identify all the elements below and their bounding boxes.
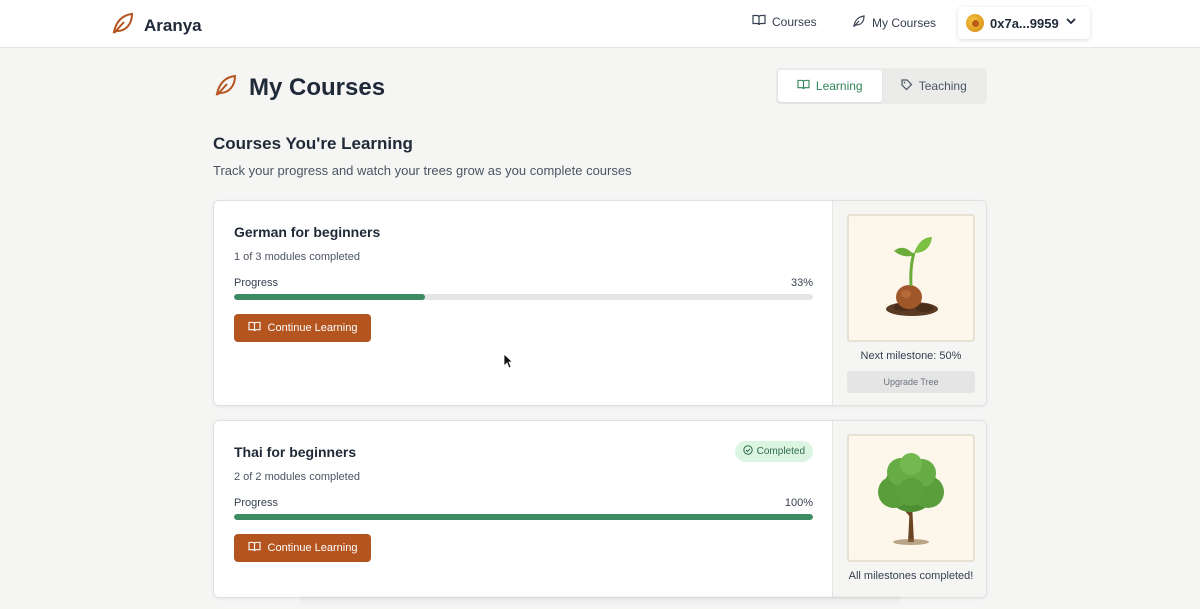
chevron-down-icon [1065,14,1077,32]
upgrade-tree-button[interactable]: Upgrade Tree [847,371,975,393]
tree-icon [866,446,956,551]
course-card-body: Thai for beginners Completed 2 of 2 modu… [214,421,832,597]
role-tabs: Learning Teaching [776,68,987,104]
section-title: Courses You're Learning [213,134,413,153]
progress-percent: 100% [784,497,813,509]
completed-badge: Completed [734,441,813,462]
nav-my-courses-link[interactable]: My Courses [852,14,936,31]
leaf-icon [213,72,239,103]
tree-panel: Next milestone: 50% Upgrade Tree [832,201,986,405]
brand-name: Aranya [144,15,202,35]
book-open-icon [752,14,766,29]
continue-learning-button[interactable]: Continue Learning [234,314,371,342]
progress-bar-fill [234,294,426,300]
milestone-text: Next milestone: 50% [860,350,962,362]
bottom-fade [300,596,900,609]
sprout-icon [876,231,946,326]
wallet-avatar-icon [966,14,984,32]
completed-badge-label: Completed [756,446,805,457]
progress-percent: 33% [790,277,813,289]
modules-completed-text: 2 of 2 modules completed [234,471,360,483]
nav-my-courses-label: My Courses [872,15,937,30]
course-title: German for beginners [234,224,381,240]
course-title: Thai for beginners [234,444,357,460]
book-open-icon [247,321,261,335]
book-open-icon [797,79,810,93]
leaf-icon [110,10,136,41]
progress-bar [234,294,813,300]
wallet-button[interactable]: 0x7a...9959 [958,7,1090,39]
section-subtitle: Track your progress and watch your trees… [213,163,632,178]
tree-image-frame [847,434,975,562]
course-card: Thai for beginners Completed 2 of 2 modu… [213,420,987,598]
tab-learning-label: Learning [815,79,863,93]
tab-teaching-label: Teaching [918,79,967,93]
continue-learning-label: Continue Learning [267,322,358,334]
progress-label: Progress [234,497,279,509]
page-title: My Courses [249,73,386,101]
wallet-address: 0x7a...9959 [990,15,1059,31]
progress-bar-fill [234,514,813,520]
milestone-text: All milestones completed! [848,570,974,582]
course-card-body: German for beginners 1 of 3 modules comp… [214,201,832,405]
book-open-icon [247,541,261,555]
nav-courses-label: Courses [772,14,817,29]
mouse-cursor-icon [503,353,514,374]
brand-logo-link[interactable]: Aranya [110,10,202,41]
leaf-icon [852,14,866,31]
tab-teaching[interactable]: Teaching [882,70,986,102]
progress-bar [234,514,813,520]
tree-image-frame [847,214,975,342]
modules-completed-text: 1 of 3 modules completed [234,251,360,263]
nav-courses-link[interactable]: Courses [752,14,817,29]
check-circle-icon [742,445,753,458]
page-header: My Courses [213,72,385,103]
course-card: German for beginners 1 of 3 modules comp… [213,200,987,406]
progress-label: Progress [234,277,279,289]
tree-panel: All milestones completed! [832,421,986,597]
top-navbar: Aranya Courses My Courses 0x7a...9959 [0,0,1200,48]
continue-learning-button[interactable]: Continue Learning [234,534,371,562]
continue-learning-label: Continue Learning [267,542,358,554]
tab-learning[interactable]: Learning [778,70,882,102]
tag-pen-icon [900,78,913,94]
